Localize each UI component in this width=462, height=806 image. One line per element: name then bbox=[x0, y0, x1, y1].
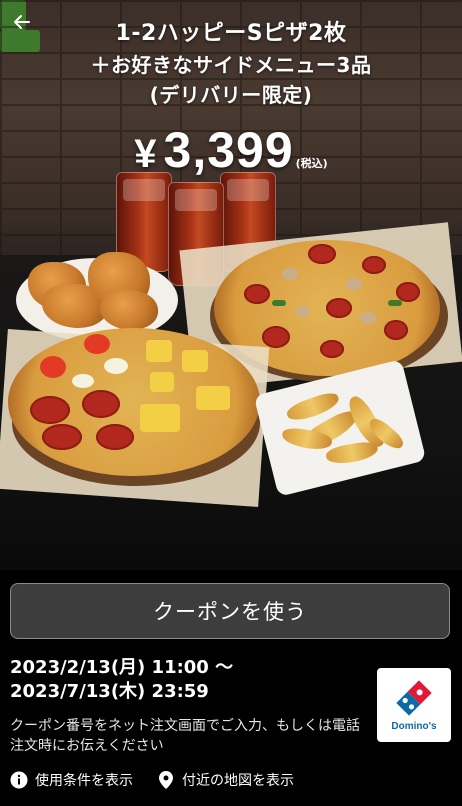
coupon-panel: クーポンを使う 2023/2/13(月) 11:00 ～ 2023/7/13(木… bbox=[0, 570, 462, 806]
title-line-3: (デリバリー限定) bbox=[149, 83, 313, 107]
coupon-title: 1-2ハッピーSピザ2枚 ＋お好きなサイドメニュー3品 (デリバリー限定) bbox=[50, 18, 412, 110]
pepperoni bbox=[384, 320, 408, 340]
pepperoni bbox=[262, 326, 290, 348]
pepperoni bbox=[320, 340, 344, 358]
location-pin-icon bbox=[157, 771, 175, 789]
dominos-logo: Domino's bbox=[377, 668, 451, 742]
mushroom bbox=[282, 268, 298, 280]
validity-period: 2023/2/13(月) 11:00 ～ 2023/7/13(木) 23:59 bbox=[10, 656, 370, 704]
pepperoni bbox=[96, 424, 134, 450]
back-button[interactable] bbox=[8, 10, 36, 38]
tomato bbox=[84, 334, 110, 354]
coupon-instructions: クーポン番号をネット注文画面でご入力、もしくは電話注文時にお伝えください bbox=[10, 718, 360, 754]
pepperoni bbox=[326, 298, 352, 318]
pepperoni bbox=[396, 282, 420, 302]
show-map-label: 付近の地図を表示 bbox=[182, 773, 294, 789]
domino-tile-icon bbox=[396, 680, 432, 716]
title-line-1: 1-2ハッピーSピザ2枚 bbox=[115, 21, 347, 46]
show-terms-label: 使用条件を表示 bbox=[35, 773, 133, 789]
logo-text: Domino's bbox=[391, 721, 437, 732]
coupon-hero-image: 1-2ハッピーSピザ2枚 ＋お好きなサイドメニュー3品 (デリバリー限定) ¥3… bbox=[0, 0, 462, 570]
use-coupon-button[interactable]: クーポンを使う bbox=[10, 583, 450, 639]
pineapple bbox=[182, 350, 208, 372]
valid-from: 2023/2/13(月) 11:00 ～ bbox=[10, 657, 234, 678]
footer-links: 使用条件を表示 付近の地図を表示 bbox=[10, 770, 450, 790]
title-line-2: ＋お好きなサイドメニュー3品 bbox=[90, 53, 372, 77]
pepperoni bbox=[30, 396, 70, 424]
cheese bbox=[72, 374, 94, 388]
pepperoni bbox=[308, 244, 336, 264]
pepperoni bbox=[82, 390, 120, 418]
pineapple bbox=[140, 404, 180, 432]
price-display: ¥3,399 (税込) bbox=[0, 122, 462, 182]
mushroom bbox=[360, 312, 376, 324]
show-map-link[interactable]: 付近の地図を表示 bbox=[157, 770, 294, 790]
pineapple bbox=[150, 372, 174, 392]
cheese bbox=[104, 358, 128, 374]
green-pepper bbox=[272, 300, 286, 306]
info-icon bbox=[10, 771, 28, 789]
green-pepper bbox=[388, 300, 402, 306]
valid-to: 2023/7/13(木) 23:59 bbox=[10, 681, 209, 702]
pineapple bbox=[196, 386, 230, 410]
arrow-left-icon bbox=[12, 12, 32, 36]
tomato bbox=[40, 356, 66, 378]
show-terms-link[interactable]: 使用条件を表示 bbox=[10, 770, 133, 790]
mushroom bbox=[296, 306, 310, 317]
price-amount: 3,399 bbox=[163, 122, 294, 178]
tax-note: (税込) bbox=[295, 157, 328, 170]
mushroom bbox=[346, 278, 362, 290]
pepperoni bbox=[362, 256, 386, 274]
pineapple bbox=[146, 340, 172, 362]
pepperoni bbox=[244, 284, 270, 304]
currency-symbol: ¥ bbox=[134, 132, 158, 176]
pepperoni bbox=[42, 424, 82, 450]
